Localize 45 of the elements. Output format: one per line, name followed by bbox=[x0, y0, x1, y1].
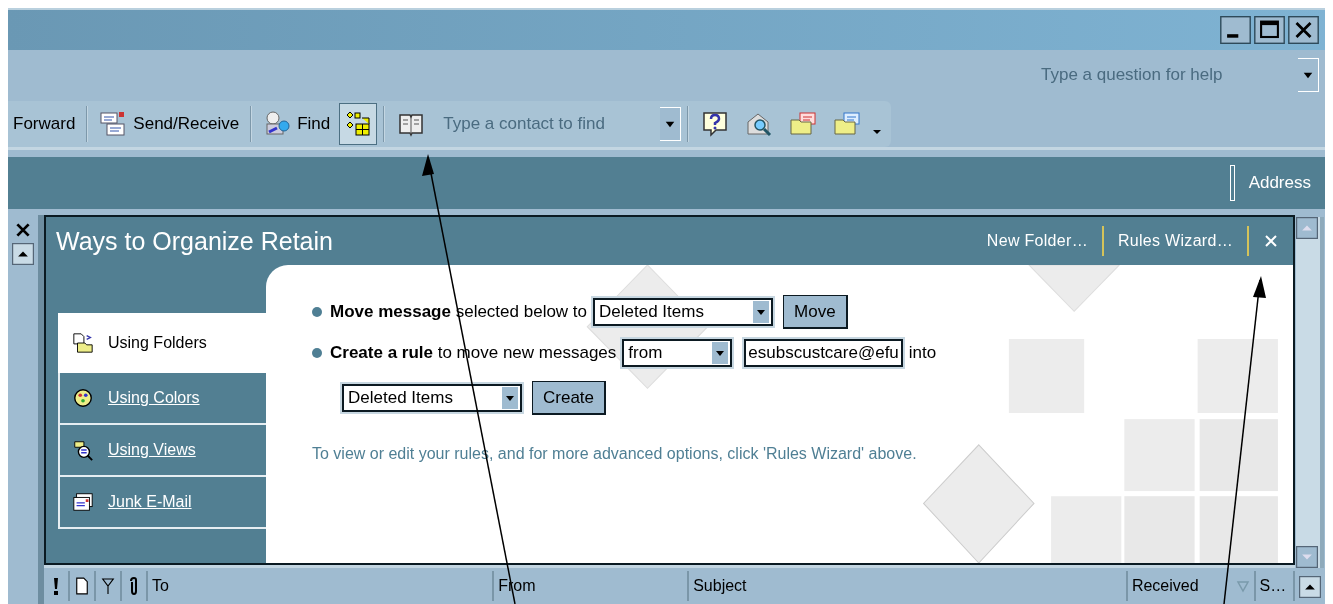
mail-icon bbox=[72, 491, 94, 513]
forward-button[interactable]: Forward bbox=[8, 102, 81, 145]
organize-button[interactable] bbox=[339, 102, 378, 145]
column-header[interactable]: Subject bbox=[689, 571, 1128, 601]
envelopes-icon bbox=[99, 109, 128, 138]
send-receive-button[interactable]: Send/Receive bbox=[94, 102, 245, 145]
scroll-up-button[interactable] bbox=[1299, 576, 1321, 598]
help-icon[interactable] bbox=[701, 109, 730, 138]
folder-icon[interactable] bbox=[833, 109, 862, 138]
pane-link[interactable]: New Folder… bbox=[986, 232, 1088, 250]
maximize-button[interactable] bbox=[1254, 16, 1285, 44]
scrollbar[interactable] bbox=[1296, 217, 1324, 568]
flag-icon bbox=[101, 576, 115, 596]
sender-address-field[interactable]: esubscustcare@efu bbox=[744, 339, 903, 367]
condition-dropdown[interactable]: from bbox=[622, 339, 733, 367]
scroll-up-button[interactable] bbox=[12, 243, 34, 265]
pane-title: Ways to Organize Retain bbox=[56, 226, 334, 256]
move-button[interactable]: Move bbox=[783, 295, 848, 329]
close-button[interactable] bbox=[1288, 16, 1319, 44]
address-label: Address bbox=[1248, 173, 1311, 193]
pane-link[interactable]: Rules Wizard… bbox=[1117, 232, 1233, 250]
contact-search-field[interactable]: Type a contact to find bbox=[435, 105, 661, 142]
find-button[interactable]: Find bbox=[258, 102, 336, 145]
scroll-down-button[interactable] bbox=[1296, 546, 1318, 568]
organize-tab[interactable]: Using Folders bbox=[58, 313, 266, 373]
find-icon bbox=[263, 109, 292, 138]
help-search-field[interactable]: Type a question for help bbox=[1033, 57, 1298, 93]
folder-dropdown[interactable]: Deleted Items bbox=[342, 384, 522, 412]
document-icon bbox=[75, 576, 89, 596]
bullet-icon bbox=[312, 348, 322, 358]
bullet-icon bbox=[312, 307, 322, 317]
column-header[interactable]: Received bbox=[1127, 571, 1256, 601]
column-header[interactable]: S… bbox=[1255, 571, 1295, 601]
folder-dropdown[interactable]: Deleted Items bbox=[593, 298, 774, 326]
palette-icon bbox=[72, 387, 94, 409]
folder-icon bbox=[72, 332, 94, 354]
into-label: into bbox=[908, 343, 937, 363]
close-icon[interactable] bbox=[1263, 233, 1279, 249]
close-icon[interactable] bbox=[14, 221, 32, 239]
folder-icon[interactable] bbox=[789, 109, 818, 138]
organize-icon bbox=[344, 109, 373, 138]
minimize-button[interactable] bbox=[1220, 16, 1251, 44]
create-button[interactable]: Create bbox=[532, 381, 607, 415]
column-header[interactable]: To bbox=[148, 571, 495, 601]
magnifier-icon bbox=[72, 439, 94, 461]
